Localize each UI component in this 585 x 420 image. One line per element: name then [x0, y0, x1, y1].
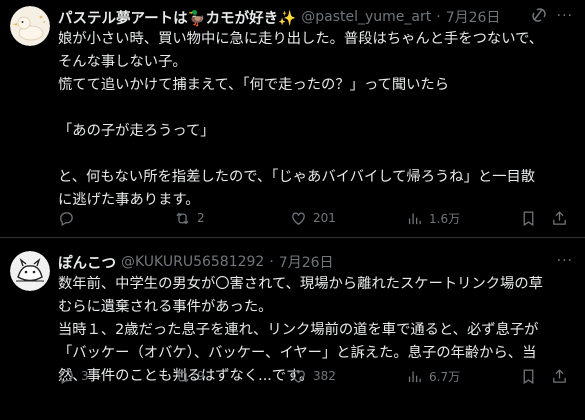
- like-button[interactable]: 201: [290, 208, 336, 228]
- like-count: 382: [313, 369, 336, 383]
- more-options-icon[interactable]: ···: [557, 8, 573, 24]
- share-button[interactable]: [551, 208, 568, 228]
- like-count: 201: [313, 211, 336, 225]
- tweet-text: 娘が小さい時、買い物中に急に走り出した。普段はちゃんと手をつないで、 そんな事し…: [58, 28, 573, 212]
- text-line: そんな事しない子。: [58, 54, 187, 70]
- bookmark-icon: [523, 368, 534, 384]
- views-button[interactable]: 1.6万: [406, 208, 460, 228]
- timestamp[interactable]: 7月26日: [446, 7, 501, 27]
- reply-button[interactable]: 3: [58, 366, 89, 386]
- tweet-header: ぽんこつ @KUKURU56581292 · 7月26日: [58, 251, 334, 273]
- view-count: 1.6万: [429, 211, 461, 226]
- tweet-header: パステル夢アートは🦆カモが好き✨ @pastel_yume_art · 7月26…: [58, 6, 500, 28]
- tweet-1[interactable]: パステル夢アートは🦆カモが好き✨ @pastel_yume_art · 7月26…: [0, 0, 585, 238]
- more-options-icon[interactable]: ···: [557, 253, 573, 269]
- text-line: 慌てて追いかけて捕まえて、「何で走ったの？」って聞いたら: [58, 77, 450, 93]
- views-icon: [408, 371, 421, 382]
- share-icon: [553, 368, 566, 383]
- bookmark-icon: [523, 210, 534, 226]
- bookmark-button[interactable]: [520, 208, 537, 228]
- avatar[interactable]: [10, 6, 50, 46]
- text-line: むらに遺棄される事件があった。: [58, 299, 273, 315]
- retweet-count: 9: [197, 369, 205, 383]
- retweet-icon: [176, 370, 189, 382]
- text-line: [58, 97, 573, 120]
- text-line: [58, 143, 573, 166]
- text-line: 「あの子が走ろうって」: [58, 123, 215, 139]
- separator: ·: [436, 9, 441, 25]
- share-icon: [553, 210, 566, 225]
- reply-icon: [60, 369, 73, 384]
- text-line: 娘が小さい時、買い物中に急に走り出した。普段はちゃんと手をつないで、: [58, 31, 544, 47]
- views-icon: [408, 213, 421, 224]
- handle[interactable]: @KUKURU56581292: [121, 254, 264, 270]
- action-bar: 3 9 382 6.7万: [58, 366, 578, 386]
- separator: ·: [269, 254, 274, 270]
- text-line: 数年前、中学生の男女が〇害されて、現場から離れたスケートリンク場の草: [58, 276, 543, 292]
- heart-icon: [292, 370, 305, 383]
- reply-count: 3: [81, 369, 89, 383]
- display-name[interactable]: パステル夢アートは🦆カモが好き✨: [58, 7, 296, 28]
- share-button[interactable]: [551, 366, 568, 386]
- retweet-button[interactable]: 2: [174, 208, 205, 228]
- action-bar: 2 201 1.6万: [58, 208, 578, 228]
- text-line: と、何もない所を指差したので、「じゃあバイバイして帰ろうね」と一目散: [58, 169, 536, 185]
- reply-button[interactable]: [58, 208, 81, 228]
- handle[interactable]: @pastel_yume_art: [301, 9, 431, 25]
- display-name[interactable]: ぽんこつ: [58, 252, 116, 273]
- retweet-button[interactable]: 9: [174, 366, 205, 386]
- view-count: 6.7万: [429, 369, 461, 384]
- retweet-icon: [176, 212, 189, 224]
- views-button[interactable]: 6.7万: [406, 366, 460, 386]
- avatar[interactable]: [10, 251, 50, 291]
- retweet-count: 2: [197, 211, 205, 225]
- heart-icon: [292, 212, 305, 225]
- like-button[interactable]: 382: [290, 366, 336, 386]
- bookmark-button[interactable]: [520, 366, 537, 386]
- timestamp[interactable]: 7月26日: [279, 252, 334, 272]
- grok-icon[interactable]: [531, 7, 547, 23]
- text-line: 「バッケー（オバケ）、バッケー、イヤー」と訴えた。息子の年齢から、当: [58, 345, 537, 361]
- text-line: 当時１、2歳だった息子を連れ、リンク場前の道を車で通ると、必ず息子が: [58, 322, 539, 338]
- reply-icon: [60, 211, 73, 226]
